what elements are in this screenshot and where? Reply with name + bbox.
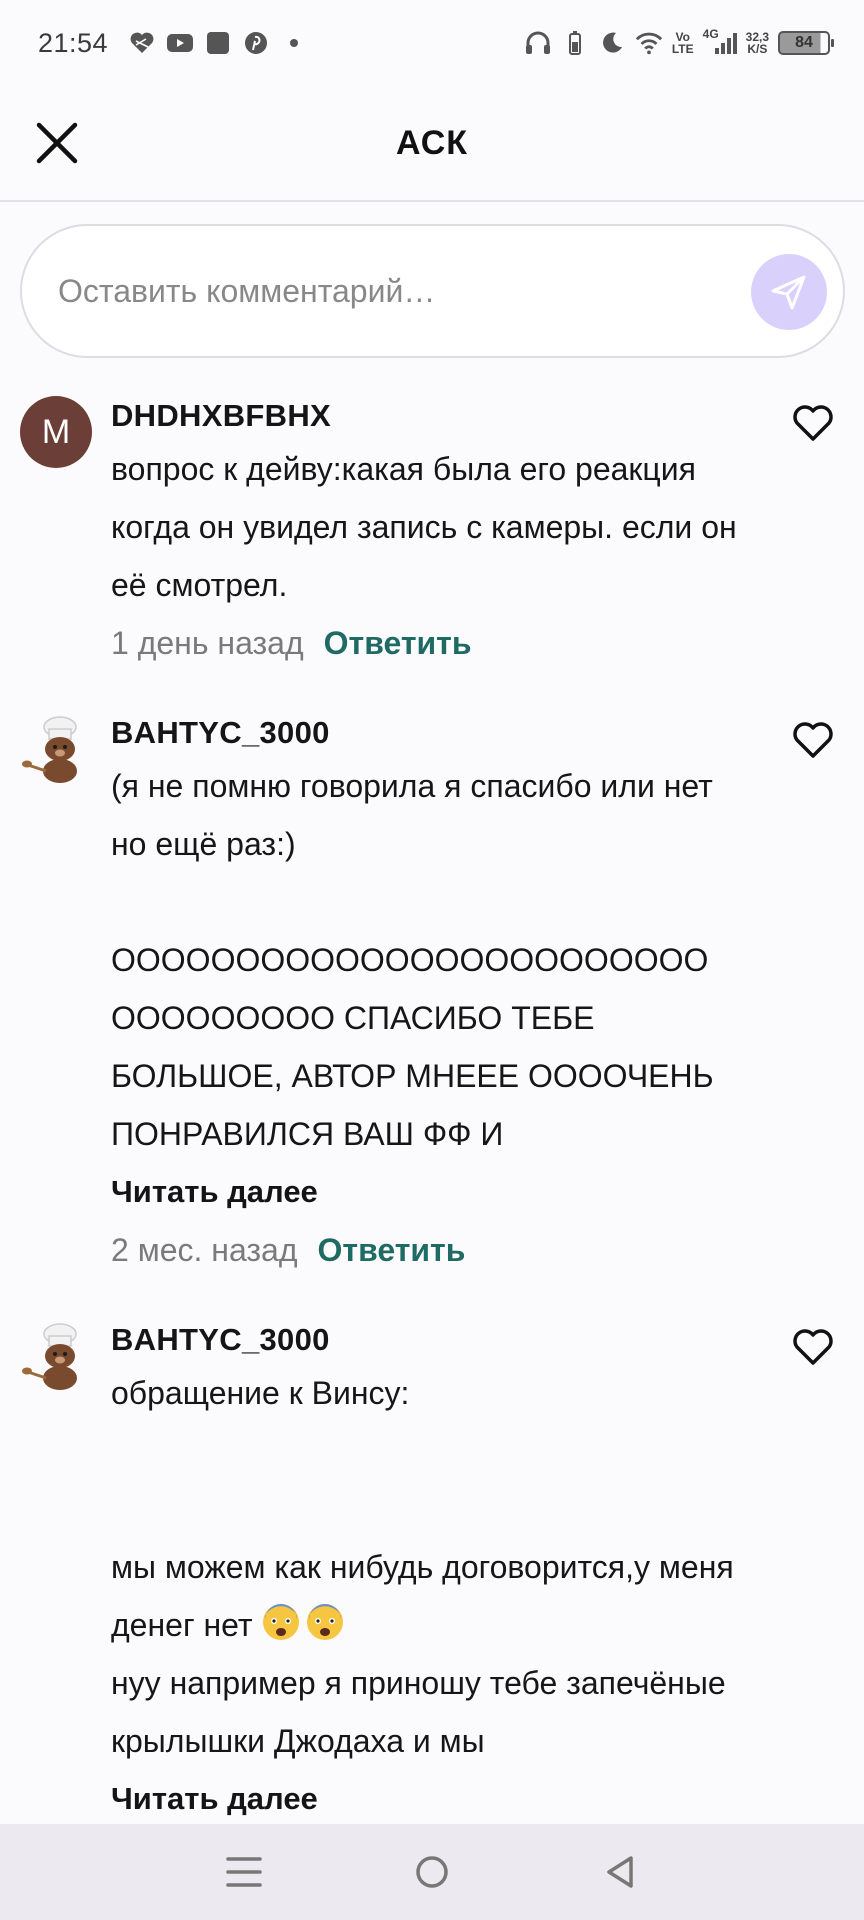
- volte-indicator: Vo LTE: [672, 31, 694, 55]
- volte-bottom: LTE: [671, 42, 694, 56]
- comment-body: DHDHXBFBHX вопрос к дейву:какая была его…: [111, 396, 751, 672]
- comment-text-part: нуу например я приношу тебе запечёные кр…: [111, 1665, 726, 1759]
- avatar[interactable]: M: [20, 396, 92, 468]
- battery-indicator: 84: [778, 31, 834, 55]
- moon-icon: [598, 29, 626, 57]
- comment-text-part: обращение к Винсу: мы можем как нибудь д…: [111, 1375, 734, 1643]
- read-more-link[interactable]: Читать далее: [111, 1770, 751, 1828]
- speed-unit: K/S: [747, 42, 768, 56]
- home-icon[interactable]: [402, 1842, 462, 1902]
- headphones-icon: [524, 29, 552, 57]
- chef-bear-icon: [22, 716, 77, 783]
- comment-author[interactable]: DHDHXBFBHX: [111, 398, 751, 434]
- avatar-letter: M: [41, 412, 71, 451]
- status-bar: 21:54 Vo LTE 4G 32,3 K/S 84: [0, 0, 864, 86]
- battery-small-icon: [561, 29, 589, 57]
- send-icon: [771, 275, 806, 310]
- reply-button[interactable]: Ответить: [318, 1221, 466, 1279]
- comment-meta: 2 мес. назад Ответить: [111, 1221, 751, 1279]
- comment-input-container: [20, 224, 845, 358]
- close-icon[interactable]: [34, 120, 80, 166]
- avatar[interactable]: [20, 713, 92, 785]
- page-title: АСК: [395, 123, 468, 162]
- fearful-face-emoji: [305, 1602, 345, 1642]
- comment-time: 1 день назад: [111, 625, 304, 661]
- heart-outline-icon[interactable]: [792, 1328, 834, 1366]
- wifi-icon: [635, 29, 663, 57]
- comment-body: BAHTYC_3000 обращение к Винсу: мы можем …: [111, 1320, 751, 1828]
- fearful-face-emoji: [261, 1602, 301, 1642]
- comment-text: обращение к Винсу: мы можем как нибудь д…: [111, 1364, 751, 1770]
- send-button[interactable]: [751, 254, 827, 330]
- comment-text: (я не помню говорила я спасибо или нет н…: [111, 768, 714, 1152]
- heart-icon: [128, 29, 156, 57]
- cell-signal-icon: 4G: [702, 27, 737, 57]
- comment-author[interactable]: BAHTYC_3000: [111, 715, 751, 751]
- youtube-icon: [166, 29, 194, 57]
- app-square-icon: [204, 29, 232, 57]
- read-more-link[interactable]: Читать далее: [111, 1163, 751, 1221]
- comment-meta: 1 день назад Ответить: [111, 614, 751, 672]
- comment-input[interactable]: [58, 272, 698, 310]
- chef-bear-icon: [22, 1323, 77, 1390]
- top-bar: АСК: [0, 86, 864, 202]
- battery-level: 84: [795, 34, 813, 51]
- avatar[interactable]: [20, 1320, 92, 1392]
- heart-outline-icon[interactable]: [792, 721, 834, 759]
- net-speed: 32,3 K/S: [746, 31, 769, 55]
- status-time: 21:54: [38, 27, 109, 58]
- system-navigation-bar: [0, 1824, 864, 1920]
- heart-outline-icon[interactable]: [792, 404, 834, 442]
- comment-time: 2 мес. назад: [111, 1232, 298, 1268]
- comment-text: вопрос к дейву:какая была его реакция ко…: [111, 451, 737, 603]
- comment-author[interactable]: BAHTYC_3000: [111, 1322, 751, 1358]
- pinterest-icon: [242, 29, 270, 57]
- system-icons: Vo LTE 4G 32,3 K/S 84: [524, 27, 834, 57]
- notification-icons: [128, 29, 308, 57]
- reply-button[interactable]: Ответить: [324, 614, 472, 672]
- back-icon[interactable]: [590, 1842, 650, 1902]
- signal-label: 4G: [702, 27, 719, 41]
- menu-icon[interactable]: [214, 1842, 274, 1902]
- dot-icon: [280, 29, 308, 57]
- comment-body: BAHTYC_3000 (я не помню говорила я спаси…: [111, 713, 751, 1279]
